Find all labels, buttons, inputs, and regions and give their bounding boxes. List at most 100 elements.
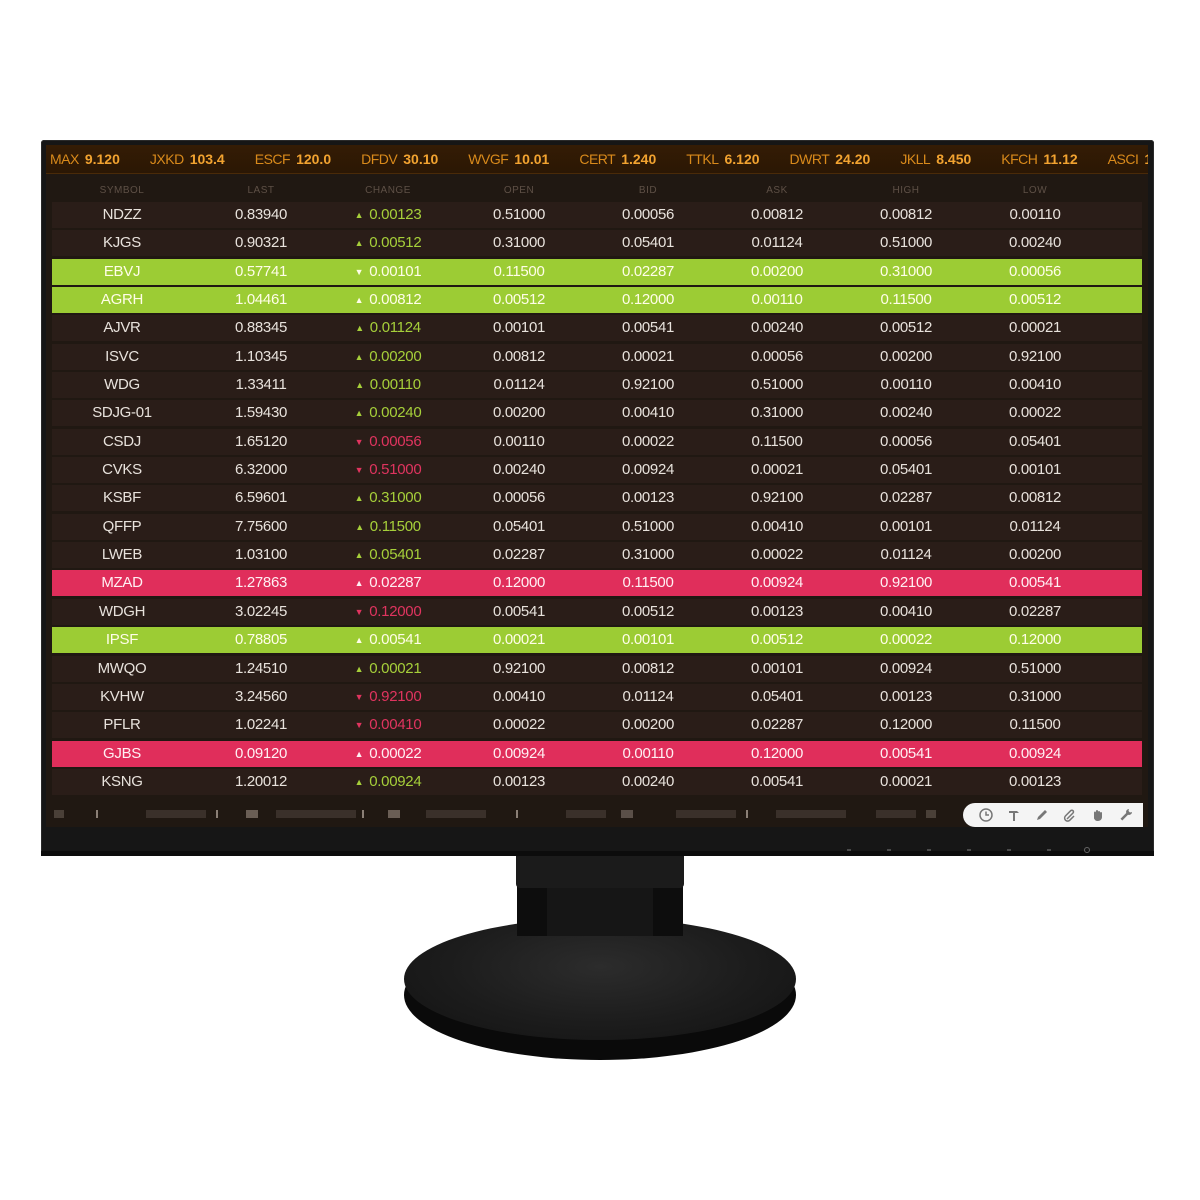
table-row[interactable]: NDZZ 0.83940 ▲ 0.00123 0.51000 0.00056 0.00812…	[52, 202, 1142, 228]
table-row[interactable]: PFLR 1.02241 ▼ 0.00410 0.00022 0.00200 0.02287…	[52, 712, 1142, 739]
ask-cell: 0.92100	[750, 489, 804, 507]
last-cell: 0.09120	[234, 744, 288, 762]
table-row[interactable]: SDJG-01 1.59430 ▲ 0.00240 0.00200 0.00410 0.31…	[52, 400, 1142, 427]
open-cell: 0.92100	[492, 659, 546, 677]
table-row[interactable]: KSBF 6.59601 ▲ 0.31000 0.00056 0.00123 0.92100…	[52, 485, 1142, 512]
monitor-button[interactable]	[847, 849, 851, 851]
table-row[interactable]: KJGS 0.90321 ▲ 0.00512 0.31000 0.05401 0.01124…	[52, 230, 1142, 257]
table-row[interactable]: ISVC 1.10345 ▲ 0.00200 0.00812 0.00021 0.00056…	[52, 343, 1142, 370]
table-row[interactable]: KVHW 3.24560 ▼ 0.92100 0.00410 0.01124 0.05401…	[52, 683, 1142, 710]
monitor-button[interactable]	[1047, 849, 1051, 851]
ticker-item[interactable]: WVGF 10.01	[468, 145, 549, 173]
table-row[interactable]: AJVR 0.88345 ▲ 0.01124 0.00101 0.00541 0.00240…	[52, 315, 1142, 342]
ticker-item[interactable]: JXKD 103.4	[150, 145, 225, 173]
table-row[interactable]: GJBS 0.09120 ▲ 0.00022 0.00924 0.00110 0.12000…	[52, 740, 1142, 767]
last-cell: 1.10345	[234, 347, 288, 365]
last-cell: 3.24560	[234, 687, 288, 705]
status-mark	[676, 810, 736, 818]
symbol-cell: KSNG	[101, 772, 143, 790]
table-row[interactable]: CSDJ 1.65120 ▼ 0.00056 0.00110 0.00022 0.11500…	[52, 428, 1142, 455]
ask-cell: 0.05401	[750, 687, 804, 705]
symbol-cell: GJBS	[103, 744, 141, 762]
symbol-cell: KSBF	[103, 489, 141, 507]
table-row[interactable]: IPSF 0.78805 ▲ 0.00541 0.00021 0.00101 0.00512…	[52, 627, 1142, 654]
ticker-item[interactable]: MAX 9.120	[50, 145, 120, 173]
monitor-button[interactable]	[967, 849, 971, 851]
quotes-table: NDZZ 0.83940 ▲ 0.00123 0.51000 0.00056 0.00812…	[52, 202, 1142, 797]
ticker-value: 30.10	[403, 151, 439, 167]
column-header-low[interactable]: LOW	[1023, 185, 1047, 196]
column-header-change[interactable]: CHANGE	[365, 185, 411, 196]
ticker-item[interactable]: TTKL 6.120	[686, 145, 759, 173]
table-row[interactable]: MWQO 1.24510 ▲ 0.00021 0.92100 0.00812 0.00101…	[52, 655, 1142, 682]
last-cell: 1.27863	[234, 574, 288, 592]
change-cell: ▲ 0.00924	[355, 769, 422, 795]
column-header-bid[interactable]: BID	[639, 185, 657, 196]
table-row[interactable]: EBVJ 0.57741 ▼ 0.00101 0.11500 0.02287 0.00200…	[52, 258, 1142, 285]
ticker-item[interactable]: ASCI 12.0	[1108, 145, 1148, 173]
table-row[interactable]: WDG 1.33411 ▲ 0.00110 0.01124 0.92100 0.51000 0…	[52, 372, 1142, 399]
status-mark	[54, 810, 64, 818]
symbol-cell: ISVC	[105, 347, 139, 365]
ticker-item[interactable]: KFCH 11.12	[1001, 145, 1077, 173]
table-row[interactable]: QFFP 7.75600 ▲ 0.11500 0.05401 0.51000 0.00410…	[52, 513, 1142, 540]
pencil-icon[interactable]	[1034, 807, 1050, 823]
hand-icon[interactable]	[1090, 807, 1106, 823]
ask-cell: 0.00110	[751, 291, 803, 309]
arrow-up-icon: ▲	[355, 521, 364, 532]
bid-cell: 0.00101	[621, 631, 675, 649]
table-row[interactable]: CVKS 6.32000 ▼ 0.51000 0.00240 0.00924 0.00021…	[52, 457, 1142, 484]
change-value: 0.51000	[369, 461, 422, 479]
ticker-item[interactable]: CERT 1.240	[579, 145, 656, 173]
high-cell: 0.00123	[879, 687, 933, 705]
table-row[interactable]: MZAD 1.27863 ▲ 0.02287 0.12000 0.11500 0.00924…	[52, 570, 1142, 597]
low-cell: 0.00101	[1008, 461, 1062, 479]
change-value: 0.00240	[369, 404, 422, 422]
column-header-last[interactable]: LAST	[247, 185, 274, 196]
symbol-cell: EBVJ	[103, 262, 141, 280]
ask-cell: 0.00924	[750, 574, 804, 592]
monitor-button[interactable]	[887, 849, 891, 851]
wrench-icon[interactable]	[1118, 807, 1134, 823]
column-header-high[interactable]: HIGH	[893, 185, 920, 196]
ticker-item[interactable]: DWRT 24.20	[790, 145, 871, 173]
table-row[interactable]: AGRH 1.04461 ▲ 0.00812 0.00512 0.12000 0.00110…	[52, 287, 1142, 314]
ticker-item[interactable]: JKLL 8.450	[900, 145, 971, 173]
paperclip-icon[interactable]	[1062, 807, 1078, 823]
change-value: 0.00101	[369, 262, 422, 280]
monitor-button[interactable]	[927, 849, 931, 851]
table-row[interactable]: KSNG 1.20012 ▲ 0.00924 0.00123 0.00240 0.00541…	[52, 768, 1142, 795]
monitor-button[interactable]	[1007, 849, 1011, 851]
ticker-item[interactable]: DFDV 30.10	[361, 145, 438, 173]
low-cell: 0.00541	[1008, 574, 1062, 592]
table-row[interactable]: LWEB 1.03100 ▲ 0.05401 0.02287 0.31000 0.00022…	[52, 542, 1142, 569]
high-cell: 0.00924	[879, 659, 933, 677]
change-cell: ▲ 0.00110	[355, 372, 421, 398]
ticker-symbol: JKLL	[900, 151, 931, 167]
symbol-cell: MWQO	[97, 659, 147, 677]
tool-dock	[963, 803, 1143, 827]
clock-icon[interactable]	[978, 807, 994, 823]
status-mark	[216, 810, 218, 818]
table-header: SYMBOL LAST CHANGE OPEN BID ASK HIGH LOW	[52, 181, 1142, 203]
ask-cell: 0.00512	[750, 631, 804, 649]
column-header-open[interactable]: OPEN	[504, 185, 534, 196]
ticker-item[interactable]: ESCF 120.0	[255, 145, 331, 173]
ask-cell: 0.00541	[750, 772, 804, 790]
arrow-down-icon: ▼	[354, 266, 364, 277]
column-header-ask[interactable]: ASK	[766, 185, 788, 196]
power-button[interactable]	[1084, 847, 1090, 853]
low-cell: 0.00410	[1008, 376, 1062, 394]
symbol-cell: SDJG-01	[92, 404, 152, 422]
hammer-icon[interactable]	[1006, 807, 1022, 823]
table-row[interactable]: WDGH 3.02245 ▼ 0.12000 0.00541 0.00512 0.00123…	[52, 598, 1142, 625]
arrow-down-icon: ▼	[354, 436, 364, 447]
high-cell: 0.12000	[879, 716, 933, 734]
column-header-symbol[interactable]: SYMBOL	[100, 185, 145, 196]
arrow-up-icon: ▲	[354, 295, 364, 306]
arrow-up-icon: ▲	[354, 776, 364, 787]
arrow-down-icon: ▼	[354, 606, 364, 617]
status-mark	[516, 810, 518, 818]
open-cell: 0.00541	[492, 602, 546, 620]
change-cell: ▲ 0.01124	[355, 315, 421, 341]
